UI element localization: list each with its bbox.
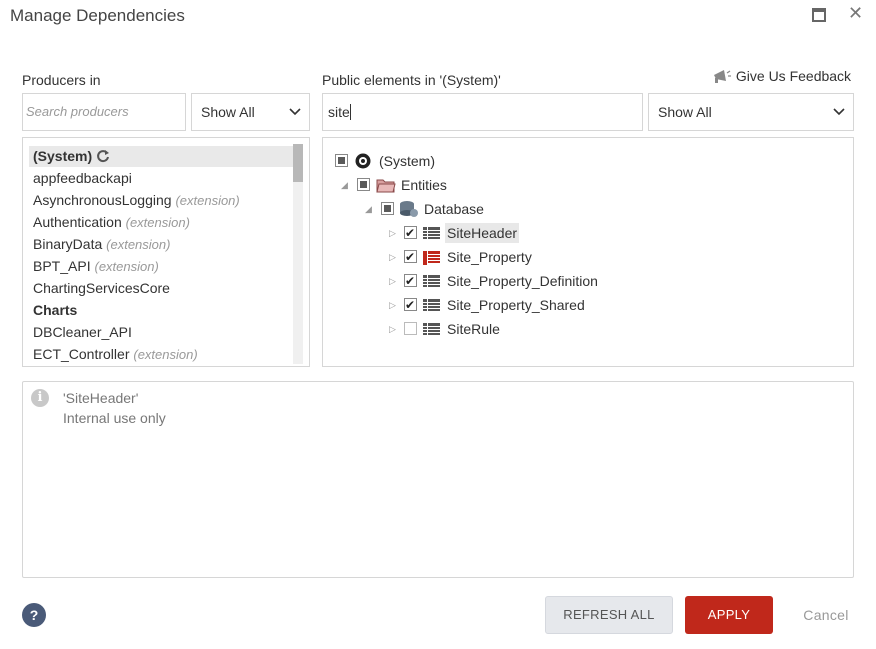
producer-name: BinaryData: [33, 236, 103, 252]
producer-item[interactable]: ECT_Controller (extension): [33, 346, 198, 362]
database-icon: [399, 200, 419, 223]
collapse-triangle-icon[interactable]: ◢: [365, 199, 372, 219]
producer-item-system[interactable]: (System): [33, 148, 110, 166]
tree-checkbox[interactable]: [381, 202, 394, 215]
producer-item[interactable]: ChartingServicesCore: [33, 280, 170, 296]
producer-ext: (extension): [106, 237, 171, 252]
producer-ext: (extension): [133, 347, 198, 362]
producer-name: ChartingServicesCore: [33, 280, 170, 296]
producer-ext: (extension): [94, 259, 159, 274]
feedback-link[interactable]: Give Us Feedback: [712, 68, 851, 86]
tree-checkbox[interactable]: [404, 247, 417, 267]
dialog-title: Manage Dependencies: [10, 6, 185, 25]
collapse-triangle-icon[interactable]: ◢: [341, 175, 348, 195]
info-icon: i: [31, 389, 49, 407]
tree-label: Entities: [401, 177, 447, 193]
producers-list[interactable]: (System) appfeedbackapi AsynchronousLogg…: [22, 137, 310, 367]
producer-item[interactable]: appfeedbackapi: [33, 170, 132, 186]
producer-ext: (extension): [175, 193, 240, 208]
tree-label: Site_Property_Shared: [447, 297, 585, 313]
producer-name: AsynchronousLogging: [33, 192, 172, 208]
producers-search-placeholder: Search producers: [26, 104, 129, 119]
tree-label: (System): [379, 153, 435, 169]
table-icon: [423, 274, 440, 288]
table-icon: [423, 298, 440, 312]
elements-tree[interactable]: (System) ◢ Entities ◢ Database ▷ SiteHea…: [322, 137, 854, 367]
producer-name: ECT_Controller: [33, 346, 130, 362]
details-description: Internal use only: [63, 410, 166, 426]
elements-filter-value: Show All: [658, 104, 712, 120]
producer-name: (System): [33, 148, 93, 164]
producers-filter-value: Show All: [201, 104, 255, 120]
producer-name: Authentication: [33, 214, 122, 230]
refresh-icon[interactable]: [96, 149, 110, 166]
producer-name: Charts: [33, 302, 78, 318]
producers-scrollbar-thumb[interactable]: [293, 144, 303, 182]
megaphone-icon: [712, 69, 732, 86]
elements-filter-select[interactable]: Show All: [648, 93, 854, 131]
details-panel: i 'SiteHeader' Internal use only: [22, 381, 854, 578]
expand-triangle-icon[interactable]: ▷: [389, 295, 396, 315]
tree-checkbox[interactable]: [335, 154, 348, 167]
maximize-icon[interactable]: [812, 8, 826, 22]
tree-label: SiteHeader: [445, 223, 520, 243]
details-name: 'SiteHeader': [63, 390, 139, 406]
refresh-all-button[interactable]: REFRESH ALL: [545, 596, 673, 634]
producer-item[interactable]: AsynchronousLogging (extension): [33, 192, 240, 208]
feedback-label: Give Us Feedback: [735, 68, 852, 84]
elements-label: Public elements in '(System)': [322, 72, 501, 88]
help-button[interactable]: ?: [22, 603, 46, 627]
producers-search-input[interactable]: Search producers: [22, 93, 186, 131]
tree-label: Site_Property_Definition: [447, 273, 598, 289]
text-cursor: [349, 104, 351, 120]
producer-name: BPT_API: [33, 258, 91, 274]
producer-item[interactable]: BPT_API (extension): [33, 258, 159, 274]
table-icon: [423, 226, 440, 240]
tree-checkbox[interactable]: [404, 271, 417, 291]
producer-item[interactable]: Authentication (extension): [33, 214, 190, 230]
static-table-icon: [423, 250, 440, 265]
folder-icon: [376, 177, 396, 198]
close-icon[interactable]: ✕: [848, 3, 863, 24]
producer-name: appfeedbackapi: [33, 170, 132, 186]
cancel-button[interactable]: Cancel: [796, 596, 856, 634]
tree-label: SiteRule: [447, 321, 500, 337]
tree-checkbox[interactable]: [357, 178, 370, 191]
apply-button[interactable]: APPLY: [685, 596, 773, 634]
producer-ext: (extension): [125, 215, 190, 230]
tree-checkbox[interactable]: [404, 295, 417, 315]
system-gear-icon: [354, 152, 372, 175]
producer-item[interactable]: DBCleaner_API: [33, 324, 132, 340]
elements-search-input[interactable]: site: [322, 93, 643, 131]
producers-filter-select[interactable]: Show All: [191, 93, 310, 131]
tree-checkbox[interactable]: [404, 322, 417, 335]
expand-triangle-icon[interactable]: ▷: [389, 271, 396, 291]
expand-triangle-icon[interactable]: ▷: [389, 319, 396, 339]
producer-name: DBCleaner_API: [33, 324, 132, 340]
tree-label: Site_Property: [447, 249, 532, 265]
tree-checkbox[interactable]: [404, 223, 417, 243]
elements-search-value: site: [328, 104, 350, 120]
expand-triangle-icon[interactable]: ▷: [389, 247, 396, 267]
producers-label: Producers in: [22, 72, 101, 88]
producer-item[interactable]: Charts: [33, 302, 77, 318]
table-icon: [423, 322, 440, 336]
producer-item[interactable]: BinaryData (extension): [33, 236, 170, 252]
expand-triangle-icon[interactable]: ▷: [389, 223, 396, 243]
tree-label: Database: [424, 201, 484, 217]
